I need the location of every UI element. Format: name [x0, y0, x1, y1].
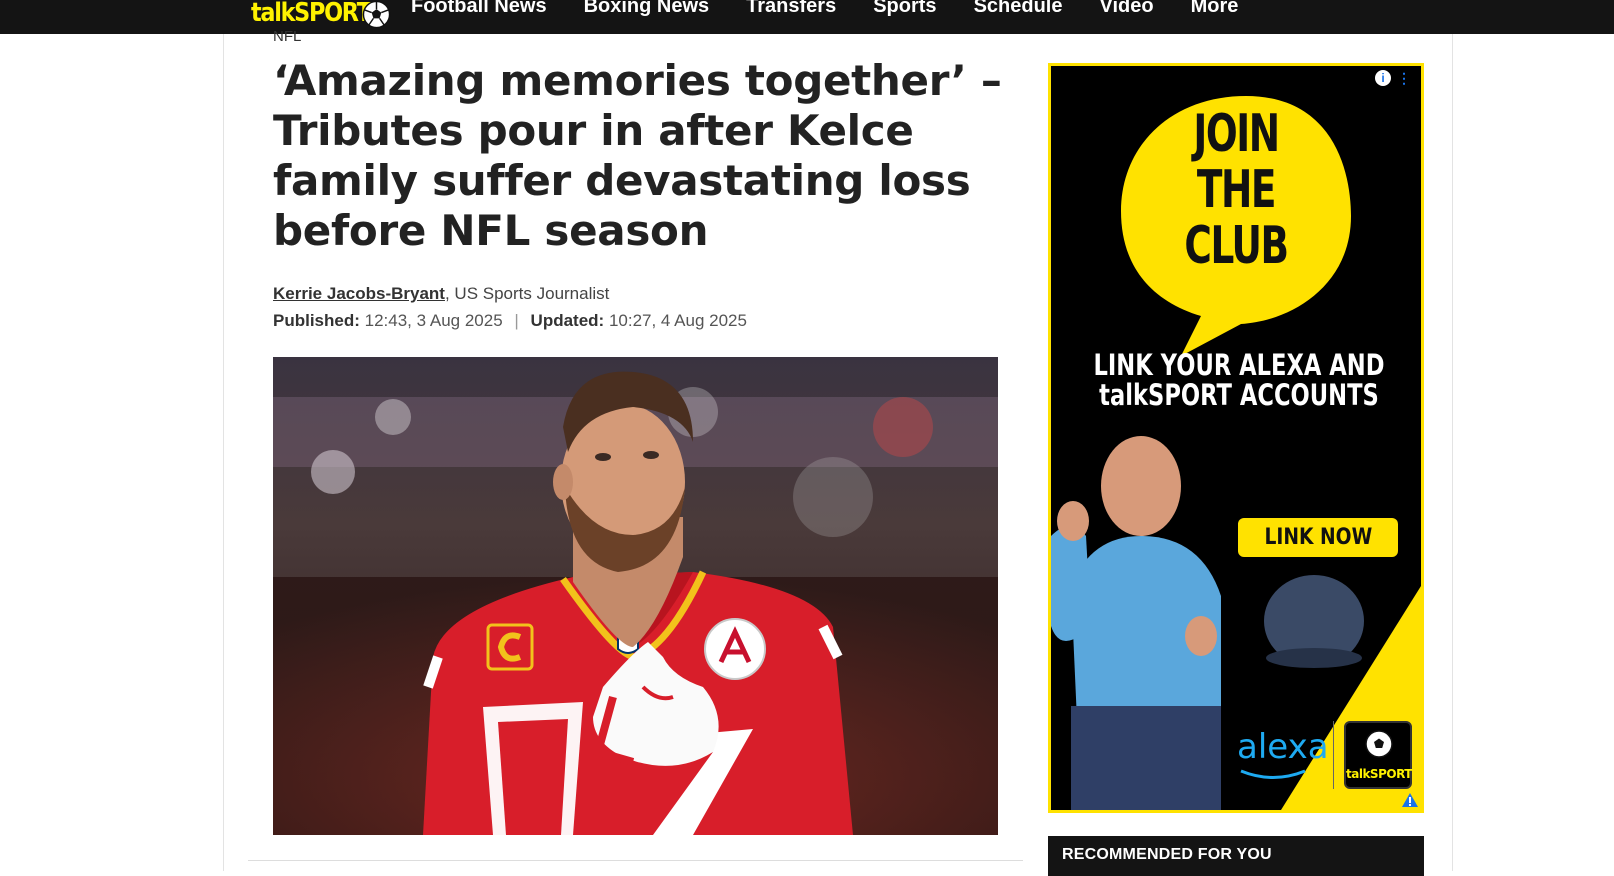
logo-wordmark: talkSPORT [251, 0, 372, 28]
nav-schedule[interactable]: Schedule [974, 0, 1063, 18]
ad-tagline-2: talkSPORT ACCOUNTS [1099, 378, 1379, 412]
article-category[interactable]: NFL [273, 28, 301, 45]
hero-photo-illustration [273, 357, 998, 835]
page-frame-left [223, 34, 224, 871]
nav-boxing-news[interactable]: Boxing News [584, 0, 710, 18]
article-headline: ‘Amazing memories together’ – Tributes p… [273, 56, 1002, 255]
article-divider [248, 860, 1023, 861]
hero-image[interactable] [273, 357, 998, 835]
ad-logo-divider [1333, 721, 1334, 789]
ad-info-icon[interactable]: i [1375, 70, 1391, 86]
byline: Kerrie Jacobs-Bryant, US Sports Journali… [273, 284, 609, 304]
talksport-logo[interactable]: talkSPORT [251, 0, 391, 30]
ad-tagline-1: LINK YOUR ALEXA AND [1093, 348, 1385, 382]
article-dates: Published: 12:43, 3 Aug 2025 | Updated: … [273, 311, 747, 331]
talksport-badge: talkSPORT [1344, 721, 1412, 789]
badge-text: talkSPORT [1346, 767, 1412, 781]
main-nav: Football News Boxing News Transfers Spor… [411, 0, 1275, 18]
nav-transfers[interactable]: Transfers [746, 0, 836, 18]
nav-more[interactable]: More [1191, 0, 1239, 18]
recommended-title: RECOMMENDED FOR YOU [1062, 846, 1272, 863]
date-separator: | [514, 311, 519, 330]
alexa-logo: alexa [1237, 727, 1329, 767]
alexa-ad[interactable]: i ⋮ JOIN THE CLUB LINK YOUR ALEXA AND ta… [1048, 63, 1424, 813]
ad-headline: JOIN THE CLUB [1184, 104, 1289, 276]
link-now-label: LINK NOW [1264, 525, 1372, 550]
updated-label: Updated: [530, 311, 605, 330]
nav-sports[interactable]: Sports [873, 0, 936, 18]
nav-video[interactable]: Video [1099, 0, 1153, 18]
alexa-smile-icon [1240, 769, 1306, 779]
football-icon [362, 0, 391, 29]
ad-report-icon[interactable] [1401, 792, 1419, 808]
author-link[interactable]: Kerrie Jacobs-Bryant [273, 284, 445, 303]
published-value: 12:43, 3 Aug 2025 [359, 311, 503, 330]
updated-value: 10:27, 4 Aug 2025 [604, 311, 747, 330]
published-label: Published: [273, 311, 360, 330]
nav-football-news[interactable]: Football News [411, 0, 547, 18]
page-frame-right [1452, 34, 1453, 871]
recommended-header: RECOMMENDED FOR YOU [1048, 836, 1424, 876]
top-nav-bar: talkSPORT Football News Boxing News Tran… [0, 0, 1614, 34]
football-badge-icon [1365, 730, 1393, 758]
link-now-button[interactable]: LINK NOW [1238, 518, 1398, 557]
author-role: , US Sports Journalist [444, 284, 610, 303]
ad-menu-icon[interactable]: ⋮ [1397, 70, 1411, 86]
